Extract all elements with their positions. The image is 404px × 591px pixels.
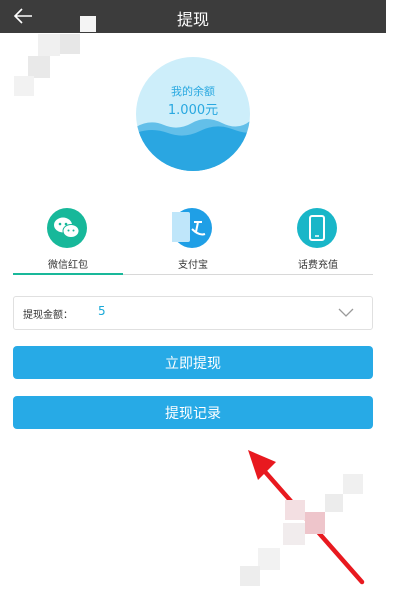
mosaic-decoration bbox=[28, 56, 50, 78]
amount-label: 提现金额： bbox=[23, 310, 73, 321]
mosaic-decoration bbox=[240, 566, 260, 586]
withdraw-now-button[interactable]: 立即提现 bbox=[13, 346, 373, 379]
mosaic-decoration bbox=[325, 494, 343, 512]
page-title: 提现 bbox=[176, 10, 209, 29]
wechat-icon bbox=[47, 208, 87, 248]
alipay-icon bbox=[168, 208, 212, 248]
amount-selector[interactable]: 提现金额： 5 bbox=[13, 296, 373, 330]
balance-label: 我的余额 bbox=[171, 85, 215, 98]
withdraw-method-tabs: 微信红包 支付宝 话费充值 bbox=[13, 208, 373, 278]
withdraw-records-button[interactable]: 提现记录 bbox=[13, 396, 373, 429]
active-tab-indicator bbox=[13, 273, 123, 275]
tab-label: 支付宝 bbox=[178, 260, 208, 271]
top-bar: 提现 bbox=[0, 0, 386, 33]
tab-label: 话费充值 bbox=[298, 260, 338, 271]
tab-wechat-redpacket[interactable]: 微信红包 bbox=[13, 208, 123, 274]
mosaic-decoration bbox=[305, 512, 325, 534]
balance-circle: 我的余额 1.000元 bbox=[136, 57, 250, 171]
balance-amount: 1.000元 bbox=[167, 103, 219, 118]
mosaic-decoration bbox=[80, 16, 96, 32]
mosaic-decoration bbox=[14, 76, 34, 96]
amount-value[interactable]: 5 bbox=[98, 304, 106, 318]
mosaic-decoration bbox=[38, 34, 60, 56]
phone-icon bbox=[297, 208, 337, 248]
mosaic-decoration bbox=[285, 500, 305, 520]
tab-label: 微信红包 bbox=[48, 260, 88, 271]
mosaic-decoration bbox=[60, 34, 80, 54]
mosaic-decoration bbox=[283, 523, 305, 545]
mosaic-decoration bbox=[343, 474, 363, 494]
mosaic-decoration bbox=[258, 548, 280, 570]
tab-alipay[interactable]: 支付宝 bbox=[138, 208, 248, 274]
tab-phone-recharge[interactable]: 话费充值 bbox=[263, 208, 373, 274]
chevron-down-icon[interactable] bbox=[338, 307, 354, 319]
